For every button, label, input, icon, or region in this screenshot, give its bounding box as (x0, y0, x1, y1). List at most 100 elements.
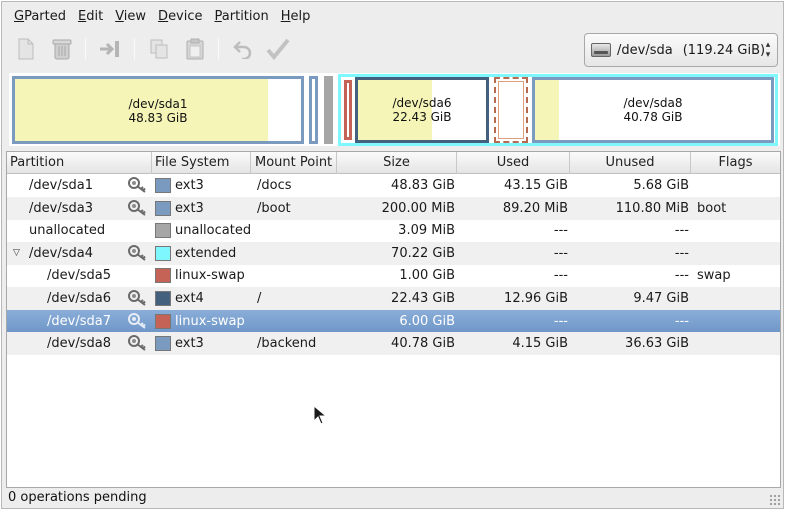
filesystem-color-swatch (155, 313, 171, 329)
map-partition-sda5[interactable] (344, 80, 352, 140)
cell-unused: --- (674, 223, 689, 239)
toolbar-separator (218, 38, 219, 60)
cell-filesystem: ext4 (175, 291, 204, 306)
cell-used: 4.15 GiB (512, 336, 568, 352)
copy-icon (150, 39, 168, 59)
map-partition-sda8[interactable]: /dev/sda8 40.78 GiB (532, 77, 774, 143)
menu-gparted[interactable]: GParted (8, 9, 72, 24)
cell-flags: boot (697, 200, 727, 216)
map-partition-sda4-extended[interactable]: /dev/sda6 22.43 GiB /dev/sda8 40.78 GiB (338, 74, 778, 146)
table-row[interactable]: /dev/sda6 ext4 / 22.43 GiB 12.96 GiB 9.47 GiB (7, 287, 780, 310)
expander-triangle-icon[interactable]: ▽ (13, 242, 20, 265)
paste-button[interactable] (179, 34, 211, 64)
column-header-unused[interactable]: Unused (570, 152, 691, 174)
cell-filesystem: linux-swap (175, 313, 245, 329)
cell-partition: /dev/sda7 (47, 313, 111, 329)
locked-key-icon (128, 177, 146, 193)
locked-key-icon (128, 290, 146, 306)
cell-partition: /dev/sda4 (29, 245, 93, 261)
table-row[interactable]: /dev/sda8 ext3/backend 40.78 GiB 4.15 GiB 36… (7, 332, 780, 356)
filesystem-color-swatch (155, 268, 171, 284)
cell-used: 43.15 GiB (504, 178, 568, 193)
table-row[interactable]: /dev/sda1 ext3/docs 48.83 GiB 43.15 GiB 5.68… (7, 174, 780, 197)
column-header-partition[interactable]: Partition (7, 152, 152, 174)
filesystem-color-swatch (155, 178, 171, 193)
cell-size: 40.78 GiB (391, 336, 455, 352)
menu-device[interactable]: Device (152, 9, 208, 24)
delete-partition-button[interactable] (46, 34, 78, 64)
table-row[interactable]: /dev/sda3 ext3/boot 200.00 MiB 89.20 MiB 110… (7, 196, 780, 220)
resize-move-icon (100, 41, 119, 57)
map-partition-sda6[interactable]: /dev/sda6 22.43 GiB (355, 77, 489, 143)
new-partition-button[interactable] (10, 34, 42, 64)
toolbar-separator (85, 38, 86, 60)
filesystem-color-swatch (155, 336, 171, 352)
menu-partition[interactable]: Partition (209, 9, 275, 24)
new-document-icon (18, 38, 34, 60)
cell-unused: --- (674, 245, 689, 261)
menu-edit[interactable]: Edit (72, 9, 109, 24)
cell-partition: /dev/sda5 (47, 268, 111, 284)
cell-unused: 9.47 GiB (633, 291, 689, 306)
cell-partition: /dev/sda1 (29, 178, 93, 193)
partition-list: Partition File System Mount Point Size U… (6, 151, 781, 488)
resize-move-button[interactable] (94, 34, 126, 64)
map-unallocated[interactable] (324, 76, 333, 144)
table-row-selected[interactable]: /dev/sda7 linux-swap 6.00 GiB --- --- (7, 309, 780, 333)
column-header-flags[interactable]: Flags (691, 152, 780, 174)
cell-mountpoint: /backend (257, 336, 317, 352)
cell-filesystem: extended (175, 245, 237, 261)
device-selector[interactable]: /dev/sda (119.24 GiB) ▴ ▾ (584, 33, 778, 67)
locked-key-icon (128, 312, 146, 329)
cell-filesystem: linux-swap (175, 268, 245, 284)
column-header-mountpoint[interactable]: Mount Point (251, 152, 337, 174)
column-header-used[interactable]: Used (457, 152, 570, 174)
locked-key-icon (128, 335, 146, 351)
table-row[interactable]: unallocated unallocated 3.09 MiB --- --- (7, 219, 780, 242)
map-partition-sda1[interactable]: /dev/sda1 48.83 GiB (12, 76, 304, 144)
map-label-size: 22.43 GiB (392, 110, 452, 124)
cell-partition: /dev/sda6 (47, 291, 111, 306)
toolbar: /dev/sda (119.24 GiB) ▴ ▾ (2, 30, 783, 68)
filesystem-color-swatch (155, 223, 171, 239)
undo-button[interactable] (227, 34, 259, 64)
cell-filesystem: unallocated (175, 223, 252, 239)
cell-unused: --- (674, 313, 689, 329)
column-header-filesystem[interactable]: File System (152, 152, 251, 174)
cell-partition: /dev/sda8 (47, 336, 111, 352)
cell-used: --- (553, 223, 568, 239)
menubar: GParted Edit View Device Partition Help (2, 2, 783, 30)
cell-mountpoint: /docs (257, 178, 292, 193)
cell-mountpoint: /boot (257, 200, 291, 216)
cell-unused: 36.63 GiB (625, 336, 689, 352)
resize-grip[interactable] (769, 494, 780, 505)
cell-filesystem: ext3 (175, 200, 204, 216)
table-row[interactable]: /dev/sda5 linux-swap 1.00 GiB --- --- swap (7, 264, 780, 287)
cell-unused: 110.80 MiB (615, 200, 689, 216)
map-partition-sda7-selected[interactable] (494, 77, 528, 143)
table-row[interactable]: ▽ /dev/sda4 extended 70.22 GiB --- --- (7, 241, 780, 265)
column-header-size[interactable]: Size (337, 152, 457, 174)
map-label-name: /dev/sda1 (128, 97, 188, 111)
map-label-name: /dev/sda6 (392, 96, 452, 110)
cell-filesystem: ext3 (175, 336, 204, 352)
device-size: (119.24 GiB) (682, 42, 766, 58)
trash-icon (52, 39, 72, 60)
cell-used: 89.20 MiB (502, 200, 568, 216)
cell-size: 1.00 GiB (399, 268, 455, 284)
cell-partition: /dev/sda3 (29, 200, 93, 216)
filesystem-color-swatch (155, 291, 171, 306)
menu-view[interactable]: View (109, 9, 152, 24)
cell-used: --- (553, 268, 568, 284)
cell-size: 70.22 GiB (391, 245, 455, 261)
menu-help[interactable]: Help (275, 9, 317, 24)
cell-partition: unallocated (29, 223, 106, 239)
filesystem-color-swatch (155, 245, 171, 261)
toolbar-separator (134, 38, 135, 60)
cell-filesystem: ext3 (175, 178, 204, 193)
copy-button[interactable] (143, 34, 175, 64)
cell-flags: swap (697, 268, 731, 284)
apply-button[interactable] (262, 34, 294, 64)
map-partition-sda3[interactable] (309, 76, 318, 144)
status-bar: 0 operations pending (2, 488, 783, 508)
